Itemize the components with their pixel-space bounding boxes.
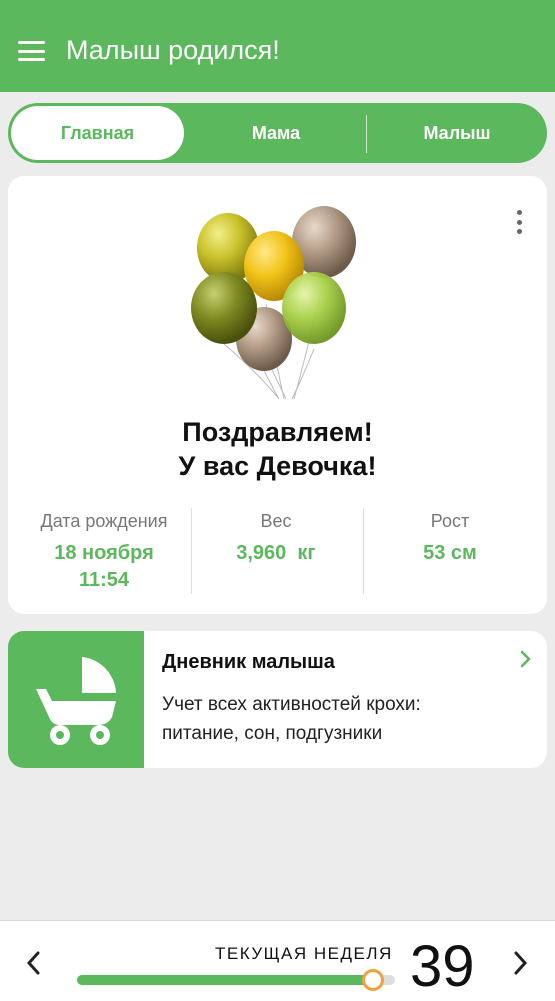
- previous-week-button[interactable]: [24, 949, 42, 977]
- diary-description: Учет всех активностей крохи: питание, со…: [162, 694, 421, 744]
- tab-baby[interactable]: Малыш: [370, 106, 544, 160]
- more-options-icon[interactable]: [517, 210, 523, 234]
- stat-weight: Вес 3,960 кг: [186, 506, 366, 567]
- birth-date-day: 18 ноября: [54, 542, 154, 564]
- stat-height: Рост 53 см: [360, 506, 540, 567]
- weight-value: 3,960 кг: [236, 542, 316, 564]
- current-week-number: 39: [410, 934, 475, 999]
- week-progress-fill: [77, 975, 373, 985]
- congrats-line-2: У вас Девочка!: [178, 451, 377, 481]
- birth-stats: Дата рождения 18 ноября 11:54 Вес 3,960 …: [8, 506, 547, 596]
- current-week-label: ТЕКУЩАЯ НЕДЕЛЯ: [215, 944, 393, 963]
- tab-mom[interactable]: Мама: [191, 106, 361, 160]
- birth-date-time: 11:54: [78, 569, 130, 591]
- birth-date-label: Дата рождения: [40, 511, 168, 531]
- stat-birth-date: Дата рождения 18 ноября 11:54: [14, 506, 194, 594]
- height-label: Рост: [430, 511, 470, 531]
- birth-card: Поздравляем! У вас Девочка! Дата рождени…: [8, 176, 547, 614]
- week-progress-knob[interactable]: [361, 969, 384, 991]
- height-value: 53 см: [423, 542, 477, 564]
- tab-divider: [366, 115, 367, 153]
- app-title: Малыш родился!: [66, 35, 280, 65]
- baby-stroller-icon: [36, 657, 116, 745]
- baby-diary-card[interactable]: Дневник малыша Учет всех активностей кро…: [8, 631, 547, 768]
- diary-icon-box: [8, 631, 144, 768]
- app-bar: Малыш родился!: [0, 0, 555, 92]
- diary-title: Дневник малыша: [162, 651, 335, 673]
- balloons-image: [191, 206, 356, 400]
- week-progress-slider[interactable]: [77, 969, 395, 991]
- menu-icon[interactable]: [18, 41, 45, 61]
- birth-date-value: 18 ноября 11:54: [14, 540, 194, 594]
- tab-bar: Главная Мама Малыш: [8, 103, 547, 163]
- next-week-button[interactable]: [512, 949, 530, 977]
- chevron-right-icon: [520, 650, 531, 668]
- weight-label: Вес: [260, 511, 292, 531]
- congrats-line-1: Поздравляем!: [182, 417, 373, 447]
- congrats-text: Поздравляем! У вас Девочка!: [8, 415, 547, 483]
- tab-main[interactable]: Главная: [11, 106, 184, 160]
- week-bar: ТЕКУЩАЯ НЕДЕЛЯ 39: [0, 920, 555, 1001]
